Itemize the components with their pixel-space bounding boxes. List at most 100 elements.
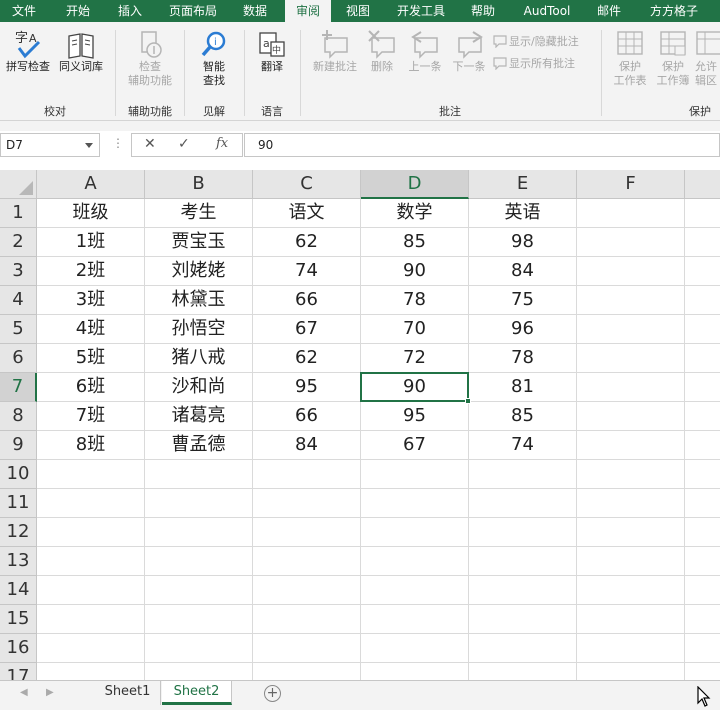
table-cell[interactable]: 诸葛亮 bbox=[145, 402, 253, 431]
table-cell[interactable]: 70 bbox=[361, 315, 469, 344]
table-cell[interactable]: 72 bbox=[361, 344, 469, 373]
row-header[interactable]: 15 bbox=[0, 605, 37, 634]
protect-workbook-button[interactable]: 保护 工作簿 bbox=[652, 28, 694, 88]
table-cell[interactable] bbox=[145, 576, 253, 605]
table-cell[interactable] bbox=[361, 605, 469, 634]
table-cell[interactable] bbox=[577, 605, 685, 634]
table-cell[interactable] bbox=[685, 431, 720, 460]
table-cell[interactable] bbox=[253, 489, 361, 518]
table-cell[interactable]: 3班 bbox=[37, 286, 145, 315]
table-cell[interactable] bbox=[577, 576, 685, 605]
table-cell[interactable] bbox=[469, 489, 577, 518]
formula-input[interactable]: 90 bbox=[244, 133, 720, 157]
next-comment-button[interactable]: 下一条 bbox=[447, 28, 491, 74]
table-cell[interactable]: 98 bbox=[469, 228, 577, 257]
row-header[interactable]: 8 bbox=[0, 402, 37, 431]
formula-bar-splitter-icon[interactable]: ⋮ bbox=[112, 136, 124, 150]
table-cell[interactable] bbox=[37, 576, 145, 605]
table-cell[interactable]: 班级 bbox=[37, 199, 145, 228]
column-header[interactable] bbox=[685, 170, 720, 199]
insert-function-icon[interactable]: fx bbox=[216, 136, 228, 151]
table-cell[interactable] bbox=[685, 634, 720, 663]
ribbon-tab-3[interactable]: 页面布局 bbox=[165, 0, 221, 22]
table-cell[interactable] bbox=[577, 344, 685, 373]
table-cell[interactable] bbox=[577, 547, 685, 576]
check-accessibility-button[interactable]: 检查 辅助功能 bbox=[122, 28, 178, 88]
table-cell[interactable] bbox=[253, 460, 361, 489]
name-box[interactable]: D7 bbox=[0, 133, 100, 157]
ribbon-tab-4[interactable]: 数据 bbox=[240, 0, 270, 22]
table-cell[interactable]: 84 bbox=[469, 257, 577, 286]
add-sheet-button[interactable]: + bbox=[264, 685, 281, 702]
table-cell[interactable]: 90 bbox=[361, 257, 469, 286]
table-cell[interactable] bbox=[145, 634, 253, 663]
chevron-down-icon[interactable] bbox=[85, 143, 93, 148]
table-cell[interactable] bbox=[361, 576, 469, 605]
table-cell[interactable] bbox=[469, 547, 577, 576]
row-header[interactable]: 7 bbox=[0, 373, 37, 402]
show-all-comments-button[interactable]: 显示所有批注 bbox=[493, 56, 575, 72]
select-all-corner[interactable] bbox=[0, 170, 37, 199]
table-cell[interactable] bbox=[685, 257, 720, 286]
table-cell[interactable] bbox=[685, 315, 720, 344]
table-cell[interactable]: 曹孟德 bbox=[145, 431, 253, 460]
table-cell[interactable] bbox=[361, 460, 469, 489]
table-cell[interactable] bbox=[685, 402, 720, 431]
table-cell[interactable] bbox=[253, 634, 361, 663]
show-hide-comment-button[interactable]: 显示/隐藏批注 bbox=[493, 34, 579, 50]
table-cell[interactable]: 贾宝玉 bbox=[145, 228, 253, 257]
translate-button[interactable]: a 中 翻译 bbox=[252, 28, 292, 74]
row-header[interactable]: 14 bbox=[0, 576, 37, 605]
table-cell[interactable] bbox=[685, 344, 720, 373]
table-cell[interactable] bbox=[469, 576, 577, 605]
table-cell[interactable] bbox=[685, 605, 720, 634]
ribbon-tab-1[interactable]: 开始 bbox=[63, 0, 93, 22]
table-cell[interactable] bbox=[253, 518, 361, 547]
table-cell[interactable] bbox=[685, 489, 720, 518]
table-cell[interactable]: 4班 bbox=[37, 315, 145, 344]
row-header[interactable]: 12 bbox=[0, 518, 37, 547]
column-header[interactable]: A bbox=[37, 170, 145, 199]
table-cell[interactable] bbox=[37, 663, 145, 680]
table-cell[interactable] bbox=[145, 460, 253, 489]
table-cell[interactable]: 67 bbox=[253, 315, 361, 344]
table-cell[interactable] bbox=[361, 489, 469, 518]
table-cell[interactable] bbox=[577, 634, 685, 663]
table-cell[interactable]: 5班 bbox=[37, 344, 145, 373]
table-cell[interactable]: 96 bbox=[469, 315, 577, 344]
row-header[interactable]: 17 bbox=[0, 663, 37, 680]
table-cell[interactable]: 84 bbox=[253, 431, 361, 460]
table-cell[interactable]: 英语 bbox=[469, 199, 577, 228]
table-cell[interactable]: 刘姥姥 bbox=[145, 257, 253, 286]
table-cell[interactable]: 78 bbox=[361, 286, 469, 315]
table-cell[interactable] bbox=[37, 518, 145, 547]
smart-lookup-button[interactable]: i 智能 查找 bbox=[192, 28, 236, 88]
table-cell[interactable]: 6班 bbox=[37, 373, 145, 402]
table-cell[interactable]: 74 bbox=[469, 431, 577, 460]
row-header[interactable]: 10 bbox=[0, 460, 37, 489]
row-header[interactable]: 1 bbox=[0, 199, 37, 228]
table-cell[interactable]: 95 bbox=[361, 402, 469, 431]
table-cell[interactable] bbox=[469, 634, 577, 663]
table-cell[interactable] bbox=[685, 663, 720, 680]
row-header[interactable]: 4 bbox=[0, 286, 37, 315]
column-header[interactable]: D bbox=[361, 170, 469, 199]
table-cell[interactable] bbox=[685, 199, 720, 228]
table-cell[interactable] bbox=[577, 460, 685, 489]
row-header[interactable]: 3 bbox=[0, 257, 37, 286]
table-cell[interactable]: 沙和尚 bbox=[145, 373, 253, 402]
table-cell[interactable] bbox=[577, 286, 685, 315]
table-cell[interactable]: 81 bbox=[469, 373, 577, 402]
table-cell[interactable]: 孙悟空 bbox=[145, 315, 253, 344]
table-cell[interactable] bbox=[685, 547, 720, 576]
table-cell[interactable]: 2班 bbox=[37, 257, 145, 286]
table-cell[interactable] bbox=[145, 663, 253, 680]
table-cell[interactable]: 8班 bbox=[37, 431, 145, 460]
table-cell[interactable]: 85 bbox=[361, 228, 469, 257]
table-cell[interactable] bbox=[577, 518, 685, 547]
column-header[interactable]: B bbox=[145, 170, 253, 199]
table-cell[interactable]: 67 bbox=[361, 431, 469, 460]
ribbon-tab-8[interactable]: 帮助 bbox=[468, 0, 498, 22]
table-cell[interactable]: 林黛玉 bbox=[145, 286, 253, 315]
sheet-tab[interactable]: Sheet1 bbox=[95, 681, 161, 705]
